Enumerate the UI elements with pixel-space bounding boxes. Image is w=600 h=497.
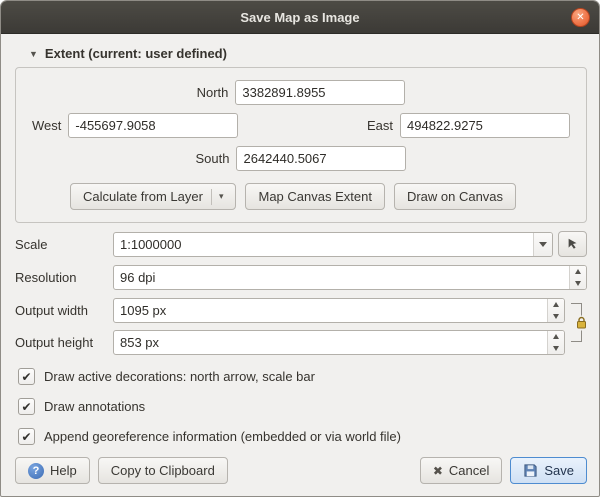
checkbox-checked[interactable]: ✔ xyxy=(18,398,35,415)
spin-down-icon[interactable] xyxy=(548,311,564,323)
scale-dropdown-button[interactable] xyxy=(533,233,552,256)
north-label: North xyxy=(197,85,229,100)
east-label: East xyxy=(367,118,393,133)
scale-row: Scale xyxy=(15,231,587,257)
help-label: Help xyxy=(50,463,77,478)
checkbox-draw-decorations[interactable]: ✔ Draw active decorations: north arrow, … xyxy=(18,368,587,385)
scale-input[interactable] xyxy=(113,232,553,257)
south-label: South xyxy=(196,151,230,166)
checkbox-label: Draw annotations xyxy=(44,399,145,414)
save-map-as-image-dialog: Save Map as Image ✕ ▼ Extent (current: u… xyxy=(0,0,600,497)
checkbox-label: Draw active decorations: north arrow, sc… xyxy=(44,369,315,384)
spin-up-icon[interactable] xyxy=(570,266,586,278)
save-disk-icon xyxy=(523,463,538,478)
lock-icon xyxy=(576,316,587,329)
titlebar[interactable]: Save Map as Image ✕ xyxy=(1,1,599,34)
output-height-row: Output height xyxy=(15,330,565,355)
west-east-row: West East xyxy=(26,113,576,138)
north-input[interactable] xyxy=(235,80,405,105)
cancel-button[interactable]: ✖ Cancel xyxy=(420,457,503,484)
checkbox-append-georeference[interactable]: ✔ Append georeference information (embed… xyxy=(18,428,587,445)
lock-aspect-ratio-button[interactable] xyxy=(576,315,587,330)
east-input[interactable] xyxy=(400,113,570,138)
spin-up-icon[interactable] xyxy=(548,299,564,311)
linked-size-rows: Output width Output height xyxy=(15,290,587,355)
west-label: West xyxy=(32,118,61,133)
close-icon: ✕ xyxy=(576,13,584,23)
dropdown-arrow-icon: ▾ xyxy=(211,189,224,205)
save-button[interactable]: Save xyxy=(510,457,587,484)
extent-group-header[interactable]: ▼ Extent (current: user defined) xyxy=(29,46,587,61)
calculate-from-layer-button[interactable]: Calculate from Layer ▾ xyxy=(70,183,236,210)
output-width-spinbox xyxy=(113,298,565,323)
checkmark-icon: ✔ xyxy=(21,401,31,413)
map-canvas-extent-label: Map Canvas Extent xyxy=(258,189,371,204)
cancel-label: Cancel xyxy=(449,463,489,478)
south-row: South xyxy=(26,146,576,171)
resolution-spinner xyxy=(569,266,586,289)
footer-button-bar: ? Help Copy to Clipboard ✖ Cancel Save xyxy=(15,457,587,484)
help-button[interactable]: ? Help xyxy=(15,457,90,484)
extent-buttons-row: Calculate from Layer ▾ Map Canvas Extent… xyxy=(70,183,576,210)
resolution-row: Resolution xyxy=(15,265,587,290)
collapse-arrow-icon: ▼ xyxy=(29,49,38,59)
copy-to-clipboard-button[interactable]: Copy to Clipboard xyxy=(98,457,228,484)
scale-combo xyxy=(113,232,553,257)
extent-group-title: Extent (current: user defined) xyxy=(45,46,227,61)
output-width-spinner xyxy=(547,299,564,322)
chevron-down-icon xyxy=(539,242,547,247)
set-scale-from-canvas-button[interactable] xyxy=(558,231,587,257)
save-label: Save xyxy=(544,463,574,478)
resolution-input[interactable] xyxy=(113,265,587,290)
spin-down-icon[interactable] xyxy=(548,343,564,355)
checkmark-icon: ✔ xyxy=(21,371,31,383)
checkmark-icon: ✔ xyxy=(21,431,31,443)
cancel-x-icon: ✖ xyxy=(433,464,443,478)
checkbox-label: Append georeference information (embedde… xyxy=(44,429,401,444)
checkbox-checked[interactable]: ✔ xyxy=(18,368,35,385)
north-row: North xyxy=(26,80,576,105)
extent-group-box: North West East South Calculate from Lay… xyxy=(15,67,587,223)
checkbox-draw-annotations[interactable]: ✔ Draw annotations xyxy=(18,398,587,415)
calculate-from-layer-label: Calculate from Layer xyxy=(83,189,203,204)
scale-label: Scale xyxy=(15,237,113,252)
close-button[interactable]: ✕ xyxy=(571,8,590,27)
dialog-body: ▼ Extent (current: user defined) North W… xyxy=(1,34,599,496)
spin-down-icon[interactable] xyxy=(570,278,586,290)
output-height-label: Output height xyxy=(15,335,113,350)
spin-up-icon[interactable] xyxy=(548,331,564,343)
resolution-spinbox xyxy=(113,265,587,290)
output-width-input[interactable] xyxy=(113,298,565,323)
output-height-input[interactable] xyxy=(113,330,565,355)
output-width-row: Output width xyxy=(15,298,565,323)
cursor-arrow-icon xyxy=(566,237,580,251)
draw-on-canvas-button[interactable]: Draw on Canvas xyxy=(394,183,516,210)
help-icon: ? xyxy=(28,463,44,479)
map-canvas-extent-button[interactable]: Map Canvas Extent xyxy=(245,183,384,210)
south-input[interactable] xyxy=(236,146,406,171)
copy-to-clipboard-label: Copy to Clipboard xyxy=(111,463,215,478)
output-width-label: Output width xyxy=(15,303,113,318)
output-height-spinner xyxy=(547,331,564,354)
checkbox-checked[interactable]: ✔ xyxy=(18,428,35,445)
output-height-spinbox xyxy=(113,330,565,355)
resolution-label: Resolution xyxy=(15,270,113,285)
west-input[interactable] xyxy=(68,113,238,138)
window-title: Save Map as Image xyxy=(240,10,359,25)
draw-on-canvas-label: Draw on Canvas xyxy=(407,189,503,204)
